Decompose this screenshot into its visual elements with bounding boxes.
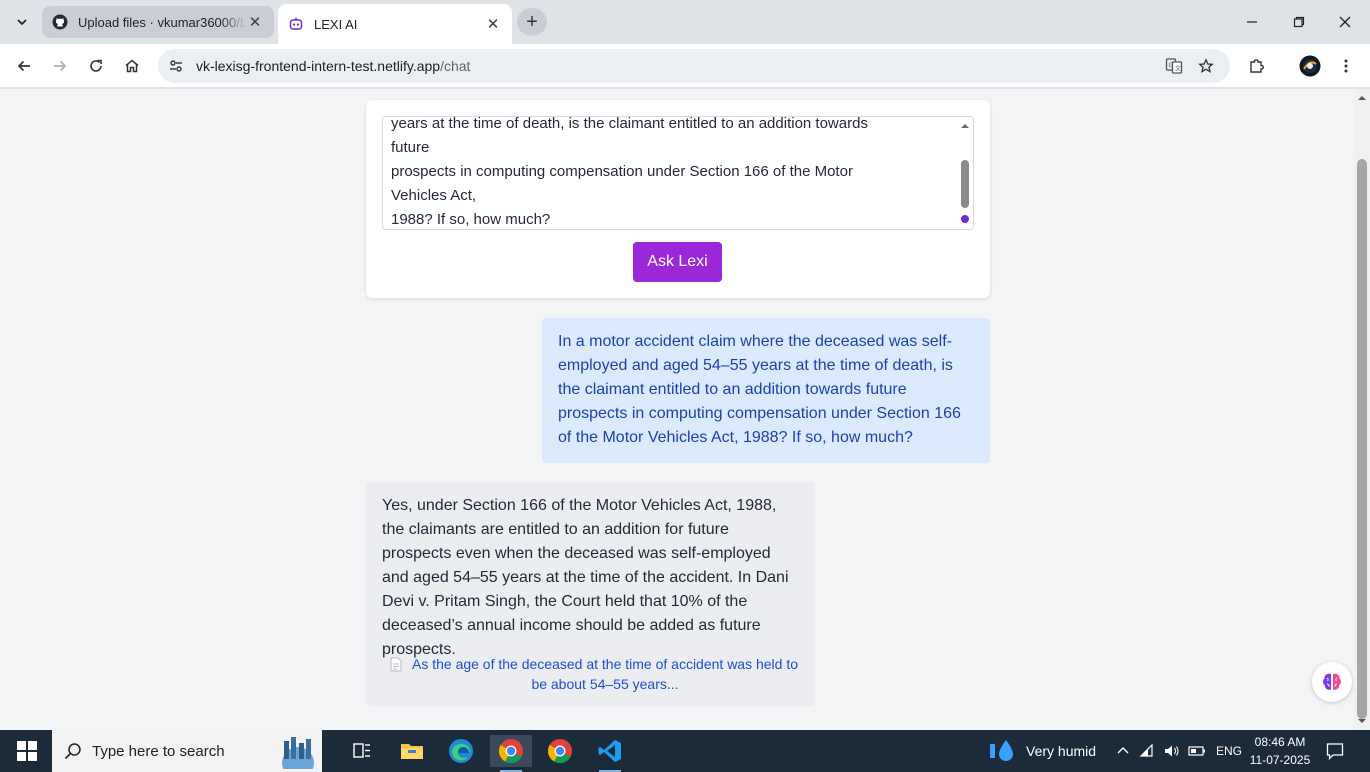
home-icon [125,59,139,73]
notifications-button[interactable] [1326,730,1344,772]
brain-icon [1323,673,1341,690]
page-scrollbar[interactable] [1354,89,1370,730]
task-view-icon [353,743,370,758]
textarea-scrollbar[interactable] [958,118,972,228]
edge-icon [449,739,473,763]
reload-icon [90,59,102,72]
bookmark-star-icon[interactable] [1192,52,1220,80]
language-indicator[interactable]: ENG [1216,744,1242,758]
clock-date: 11-07-2025 [1249,753,1311,767]
chrome-icon [498,739,523,764]
tab-strip: Upload files · vkumar36000/Lexi ✕ LEXI A… [0,0,1370,44]
battery-icon[interactable] [1188,745,1206,757]
assistant-answer-text: Yes, under Section 166 of the Motor Vehi… [382,497,789,658]
home-button[interactable] [118,52,146,80]
search-highlight-illustration-icon [276,733,320,769]
document-icon [390,656,404,672]
system-tray: ENG [1116,730,1242,772]
tab-title: LEXI AI [314,16,358,32]
back-button[interactable] [10,52,38,80]
browser-toolbar: vk-lexisg-frontend-intern-test.netlify.a… [0,44,1370,88]
user-message-bubble: In a motor accident claim where the dece… [542,318,990,463]
edge-browser-button[interactable] [440,735,482,767]
url-path: /chat [440,58,471,74]
windows-logo-icon [17,741,37,761]
browser-menu-button[interactable] [1332,52,1360,80]
question-composer: years at the time of death, is the claim… [366,100,990,298]
water-drop-icon [990,740,1013,761]
question-text[interactable]: years at the time of death, is the claim… [383,117,973,229]
start-button[interactable] [8,740,46,762]
page-scroll-thumb[interactable] [1357,159,1367,719]
scroll-down-arrow-icon[interactable] [1354,716,1370,726]
vscode-button[interactable] [589,735,631,772]
url-host: vk-lexisg-frontend-intern-test.netlify.a… [196,58,441,74]
arrow-right-icon [54,60,67,72]
minimize-button[interactable] [1232,8,1272,36]
windows-taskbar: Type here to search Very humid ENG 08:46… [0,730,1370,772]
assistant-message-bubble: Yes, under Section 166 of the Motor Vehi… [366,482,815,706]
speaker-icon[interactable] [1164,744,1180,758]
close-icon [1339,16,1351,28]
restore-button[interactable] [1279,8,1319,36]
reload-button[interactable] [82,52,110,80]
github-icon [52,14,68,30]
restore-icon [1293,16,1305,28]
forward-button[interactable] [46,52,74,80]
close-window-button[interactable] [1325,8,1365,36]
taskbar-clock[interactable]: 08:46 AM 11-07-2025 [1240,733,1320,769]
tab-upload-files[interactable]: Upload files · vkumar36000/Lexi ✕ [42,6,274,38]
citation-text[interactable]: As the age of the deceased at the time o… [410,654,800,694]
search-placeholder: Type here to search [92,742,225,760]
assistant-brain-button[interactable] [1312,662,1352,702]
puzzle-icon [1250,59,1264,73]
scroll-up-arrow-icon[interactable] [958,121,972,131]
task-view-button[interactable] [341,735,383,767]
tab-title: Upload files · vkumar36000/Lexi [78,14,246,30]
chrome-window-button[interactable] [490,735,532,772]
folder-icon [401,744,423,759]
textarea-scroll-thumb[interactable] [961,160,969,208]
question-textarea[interactable]: years at the time of death, is the claim… [382,116,974,230]
tab-search-button[interactable] [8,8,36,36]
wifi-icon[interactable] [1140,744,1158,758]
chrome-icon [547,739,572,764]
chevron-down-icon [17,19,27,26]
vscode-icon [598,740,621,762]
taskbar-search[interactable]: Type here to search [52,730,322,772]
chrome-button[interactable] [539,735,581,767]
svg-text:G: G [1169,62,1174,69]
profile-avatar[interactable] [1296,52,1324,80]
translate-icon[interactable]: G文 [1160,52,1188,80]
new-tab-button[interactable]: + [517,8,547,36]
page-viewport: years at the time of death, is the claim… [0,89,1370,730]
search-icon [64,743,81,760]
chevron-up-icon[interactable] [1116,744,1130,758]
url-text: vk-lexisg-frontend-intern-test.netlify.a… [196,58,470,74]
arrow-left-icon [17,60,30,72]
robot-icon [288,16,304,32]
close-tab-icon[interactable]: ✕ [246,13,264,31]
ask-lexi-button[interactable]: Ask Lexi [633,242,722,282]
avatar-icon [1299,55,1321,77]
scroll-up-arrow-icon[interactable] [1354,93,1370,103]
clock-time: 08:46 AM [1254,735,1306,749]
file-explorer-button[interactable] [391,735,433,767]
weather-text: Very humid [1026,743,1097,759]
citation-link[interactable]: As the age of the deceased at the time o… [390,654,800,694]
svg-text:文: 文 [1175,65,1181,73]
close-tab-icon[interactable]: ✕ [484,15,502,33]
minimize-icon [1247,21,1257,23]
plus-icon: + [526,10,538,33]
site-info-icon[interactable] [162,52,190,80]
extensions-button[interactable] [1243,52,1271,80]
more-vertical-icon [1344,59,1348,73]
address-bar[interactable]: vk-lexisg-frontend-intern-test.netlify.a… [158,49,1230,83]
scroll-indicator-dot [961,215,969,223]
weather-widget[interactable]: Very humid [990,730,1096,772]
tab-lexi-ai[interactable]: LEXI AI ✕ [278,4,512,44]
notification-icon [1326,743,1344,760]
